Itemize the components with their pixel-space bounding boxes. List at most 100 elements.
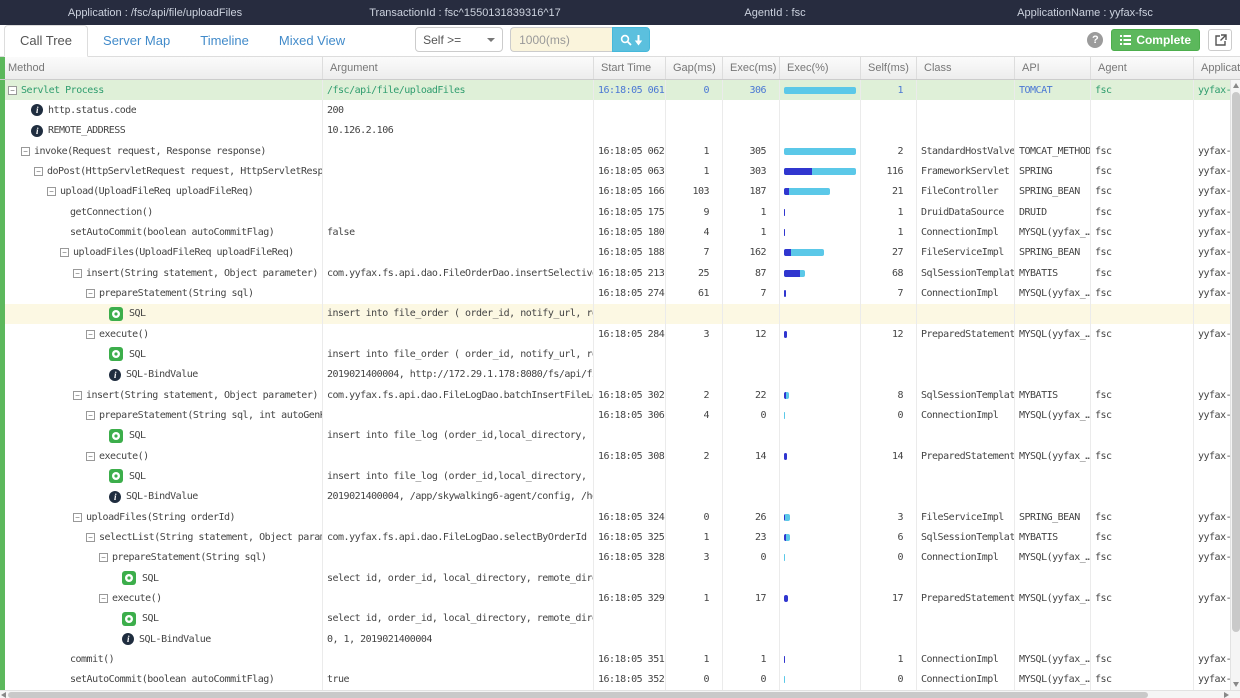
self-ms — [860, 629, 916, 649]
table-row[interactable]: SQL insert into file_order ( order_id, n… — [0, 344, 1240, 364]
table-row[interactable]: −prepareStatement(String sql) 16:18:05 3… — [0, 548, 1240, 568]
table-row[interactable]: −uploadFiles(UploadFileReq uploadFileReq… — [0, 243, 1240, 263]
self-filter-select[interactable]: Self >= — [415, 27, 503, 52]
table-row[interactable]: −prepareStatement(String sql, int autoGe… — [0, 405, 1240, 425]
tab-call-tree[interactable]: Call Tree — [4, 25, 88, 57]
table-row[interactable]: −invoke(Request request, Response respon… — [0, 141, 1240, 161]
argument — [322, 405, 593, 425]
gap-ms: 1 — [665, 649, 722, 669]
start-time — [593, 466, 665, 486]
exec-ms: 305 — [722, 141, 779, 161]
agent-name: fsc — [1090, 548, 1193, 568]
table-row[interactable]: −prepareStatement(String sql) 16:18:05 2… — [0, 283, 1240, 303]
self-ms — [860, 426, 916, 446]
tab-server-map[interactable]: Server Map — [88, 26, 185, 56]
table-row[interactable]: setAutoCommit(boolean autoCommitFlag) fa… — [0, 222, 1240, 242]
gap-ms: 4 — [665, 222, 722, 242]
help-icon[interactable]: ? — [1087, 32, 1103, 48]
gap-ms — [665, 609, 722, 629]
collapse-icon[interactable]: − — [8, 86, 17, 95]
collapse-icon[interactable]: − — [86, 533, 95, 542]
api-type: MYSQL(yyfax_… — [1014, 222, 1090, 242]
table-row[interactable]: iSQL-BindValue 2019021400004, /app/skywa… — [0, 487, 1240, 507]
table-row[interactable]: −uploadFiles(String orderId) 16:18:05 32… — [0, 507, 1240, 527]
threshold-input[interactable] — [510, 27, 612, 52]
method-name: uploadFiles(String orderId) — [86, 512, 235, 523]
collapse-icon[interactable]: − — [99, 594, 108, 603]
table-row[interactable]: −insert(String statement, Object paramet… — [0, 385, 1240, 405]
exec-percent-cell — [779, 670, 860, 690]
exec-percent-bar — [784, 392, 789, 399]
gap-ms — [665, 100, 722, 120]
table-row[interactable]: iREMOTE_ADDRESS 10.126.2.106 — [0, 121, 1240, 141]
method-name: insert(String statement, Object paramete… — [86, 268, 318, 279]
self-ms: 1 — [860, 80, 916, 100]
tab-timeline[interactable]: Timeline — [185, 26, 264, 56]
exec-ms: 26 — [722, 507, 779, 527]
exec-ms: 87 — [722, 263, 779, 283]
table-row[interactable]: iSQL-BindValue 0, 1, 2019021400004 — [0, 629, 1240, 649]
table-row[interactable]: −doPost(HttpServletRequest request, Http… — [0, 161, 1240, 181]
search-button[interactable] — [612, 27, 650, 52]
scroll-left-icon[interactable] — [1, 692, 6, 698]
exec-percent-bar — [784, 87, 856, 94]
class-name — [916, 609, 1014, 629]
collapse-icon[interactable]: − — [73, 513, 82, 522]
table-row[interactable]: setAutoCommit(boolean autoCommitFlag) tr… — [0, 670, 1240, 690]
method-name: SQL — [129, 349, 146, 360]
tab-mixed-view[interactable]: Mixed View — [264, 26, 360, 56]
table-row[interactable]: getConnection() 16:18:05 175 9 1 1 Druid… — [0, 202, 1240, 222]
collapse-icon[interactable]: − — [73, 269, 82, 278]
argument — [322, 141, 593, 161]
self-ms: 8 — [860, 385, 916, 405]
start-time: 16:18:05 306 — [593, 405, 665, 425]
complete-button[interactable]: Complete — [1111, 29, 1200, 51]
collapse-icon[interactable]: − — [86, 452, 95, 461]
collapse-icon[interactable]: − — [21, 147, 30, 156]
vertical-scrollbar[interactable] — [1230, 80, 1240, 690]
agent-name: fsc — [1090, 446, 1193, 466]
api-type — [1014, 466, 1090, 486]
scroll-right-icon[interactable] — [1224, 692, 1229, 698]
table-row[interactable]: SQL insert into file_log (order_id,local… — [0, 426, 1240, 446]
collapse-icon[interactable]: − — [86, 330, 95, 339]
table-row[interactable]: −insert(String statement, Object paramet… — [0, 263, 1240, 283]
exec-ms — [722, 426, 779, 446]
collapse-icon[interactable]: − — [34, 167, 43, 176]
vertical-scroll-thumb[interactable] — [1232, 92, 1240, 632]
table-row[interactable]: −execute() 16:18:05 284 3 12 12 Prepared… — [0, 324, 1240, 344]
method-name: SQL — [129, 308, 146, 319]
export-button[interactable] — [1208, 29, 1232, 51]
scroll-down-icon[interactable] — [1233, 682, 1239, 687]
exec-percent-cell — [779, 141, 860, 161]
table-row[interactable]: SQL insert into file_log (order_id,local… — [0, 466, 1240, 486]
collapse-icon[interactable]: − — [60, 248, 69, 257]
horizontal-scroll-thumb[interactable] — [8, 692, 1148, 698]
self-ms: 7 — [860, 283, 916, 303]
collapse-icon[interactable]: − — [86, 411, 95, 420]
collapse-icon[interactable]: − — [73, 391, 82, 400]
table-row[interactable]: iSQL-BindValue 2019021400004, http://172… — [0, 365, 1240, 385]
table-row[interactable]: commit() 16:18:05 351 1 1 1 ConnectionIm… — [0, 649, 1240, 669]
class-name: SqlSessionTemplate — [916, 263, 1014, 283]
exec-percent-cell — [779, 588, 860, 608]
collapse-icon[interactable]: − — [47, 187, 56, 196]
collapse-icon[interactable]: − — [99, 553, 108, 562]
method-name: SQL — [142, 573, 159, 584]
exec-percent-cell — [779, 202, 860, 222]
table-row[interactable]: −execute() 16:18:05 329 1 17 17 Prepared… — [0, 588, 1240, 608]
agent-id: AgentId : fsc — [620, 7, 930, 19]
table-row[interactable]: SQL select id, order_id, local_directory… — [0, 609, 1240, 629]
table-row[interactable]: SQL insert into file_order ( order_id, n… — [0, 304, 1240, 324]
table-row[interactable]: −selectList(String statement, Object par… — [0, 527, 1240, 547]
toolbar-right: ? Complete — [1087, 29, 1232, 51]
scroll-up-icon[interactable] — [1233, 83, 1239, 88]
horizontal-scrollbar[interactable] — [0, 690, 1240, 698]
table-row[interactable]: SQL select id, order_id, local_directory… — [0, 568, 1240, 588]
agent-name — [1090, 568, 1193, 588]
table-row[interactable]: ihttp.status.code 200 — [0, 100, 1240, 120]
table-row[interactable]: −execute() 16:18:05 308 2 14 14 Prepared… — [0, 446, 1240, 466]
table-row[interactable]: −Servlet Process /fsc/api/file/uploadFil… — [0, 80, 1240, 100]
table-row[interactable]: −upload(UploadFileReq uploadFileReq) 16:… — [0, 182, 1240, 202]
collapse-icon[interactable]: − — [86, 289, 95, 298]
